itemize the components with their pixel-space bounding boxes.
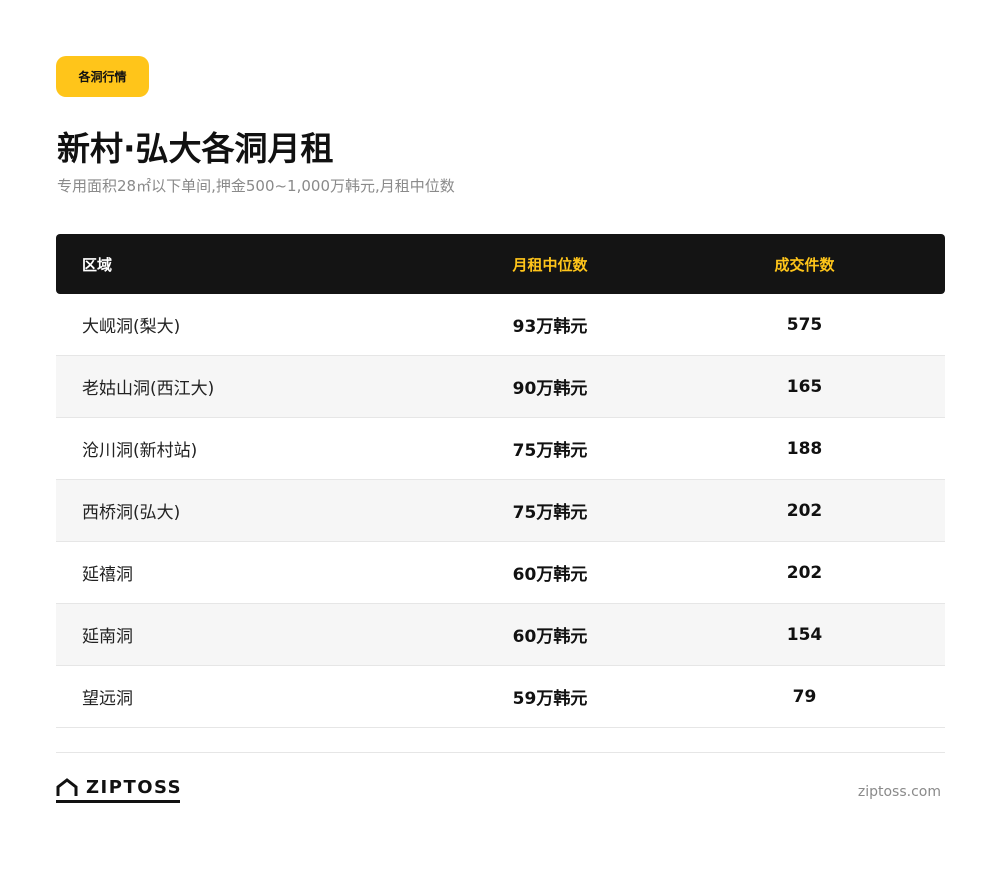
cell-area: 望远洞 bbox=[82, 689, 133, 709]
cell-count: 188 bbox=[786, 438, 823, 459]
cell-rent: 60万韩元 bbox=[512, 565, 588, 585]
column-header-count: 成交件数 bbox=[774, 255, 835, 274]
cell-count: 154 bbox=[786, 624, 823, 645]
cell-count: 575 bbox=[786, 314, 823, 335]
cell-rent: 59万韩元 bbox=[512, 689, 588, 709]
house-icon bbox=[56, 778, 78, 798]
cell-count: 202 bbox=[786, 562, 823, 583]
table-header: 区域 月租中位数 成交件数 bbox=[56, 234, 945, 294]
cell-area: 延南洞 bbox=[82, 627, 133, 647]
brand-logo: ZIPTOSS bbox=[56, 778, 182, 805]
cell-area: 西桥洞(弘大) bbox=[82, 503, 181, 523]
cell-count: 165 bbox=[786, 376, 823, 397]
page-title: 新村·弘大各洞月租 bbox=[57, 129, 334, 168]
brand-logo-text: ZIPTOSS bbox=[86, 777, 183, 798]
cell-area: 老姑山洞(西江大) bbox=[82, 379, 215, 399]
cell-count: 79 bbox=[792, 686, 817, 707]
cell-rent: 60万韩元 bbox=[512, 627, 588, 647]
cell-rent: 90万韩元 bbox=[512, 379, 588, 399]
table-row: 望远洞 59万韩元 79 bbox=[56, 666, 945, 728]
table-row: 老姑山洞(西江大) 90万韩元 165 bbox=[56, 356, 945, 418]
column-header-rent: 月租中位数 bbox=[512, 255, 588, 274]
cell-area: 沧川洞(新村站) bbox=[82, 441, 198, 461]
cell-area: 大岘洞(梨大) bbox=[82, 317, 181, 337]
logo-underline bbox=[56, 800, 180, 803]
table-row: 延南洞 60万韩元 154 bbox=[56, 604, 945, 666]
site-url: ziptoss.com bbox=[857, 784, 941, 800]
footer-divider bbox=[56, 752, 945, 753]
cell-rent: 93万韩元 bbox=[512, 317, 588, 337]
cell-rent: 75万韩元 bbox=[512, 503, 588, 523]
category-badge: 各洞行情 bbox=[56, 56, 149, 97]
table-row: 大岘洞(梨大) 93万韩元 575 bbox=[56, 294, 945, 356]
table-row: 西桥洞(弘大) 75万韩元 202 bbox=[56, 480, 945, 542]
column-header-area: 区域 bbox=[82, 255, 113, 274]
rent-table: 区域 月租中位数 成交件数 大岘洞(梨大) 93万韩元 575 老姑山洞(西江大… bbox=[56, 234, 945, 728]
cell-count: 202 bbox=[786, 500, 823, 521]
cell-area: 延禧洞 bbox=[82, 565, 133, 585]
cell-rent: 75万韩元 bbox=[512, 441, 588, 461]
table-row: 延禧洞 60万韩元 202 bbox=[56, 542, 945, 604]
page-subtitle: 专用面积28㎡以下单间,押金500~1,000万韩元,月租中位数 bbox=[57, 177, 455, 195]
table-row: 沧川洞(新村站) 75万韩元 188 bbox=[56, 418, 945, 480]
